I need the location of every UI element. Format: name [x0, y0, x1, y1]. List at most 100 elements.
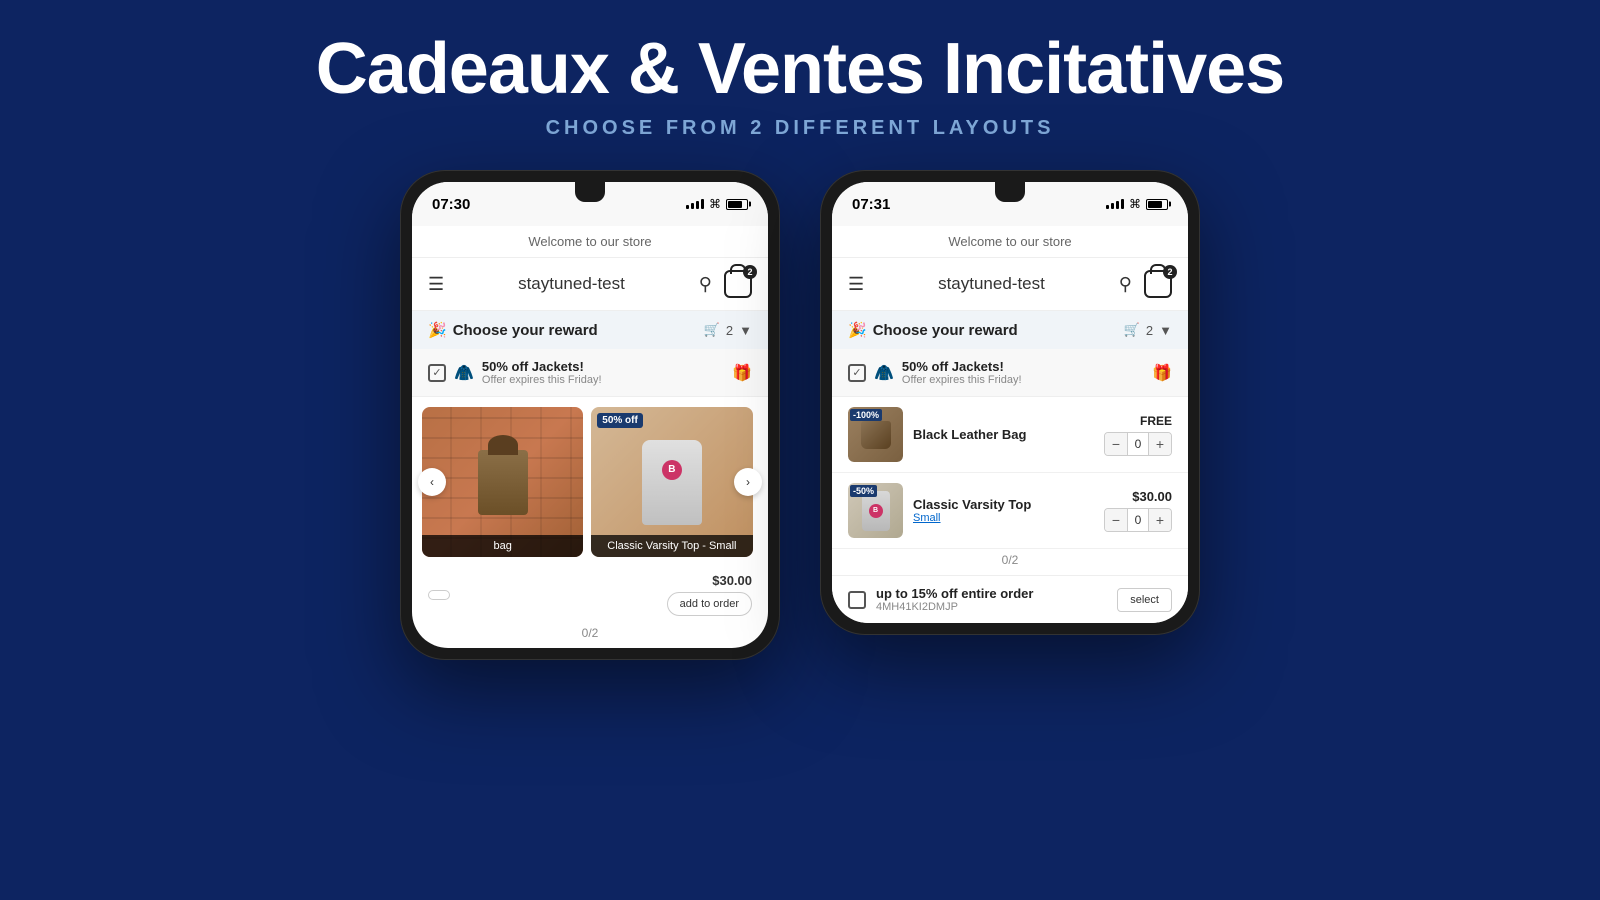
- phone1-time: 07:30: [432, 196, 470, 213]
- phone2-status-bar: 07:31 ⌘: [832, 182, 1188, 226]
- phone1-reward-left: 🎉 Choose your reward: [428, 321, 598, 339]
- phone1-product2: B 50% off Classic Varsity Top - Small: [591, 407, 752, 557]
- phone2-product2-minus[interactable]: −: [1105, 509, 1127, 531]
- phone2-menu-icon[interactable]: ☰: [848, 274, 864, 295]
- phone2-product2-info: Classic Varsity Top Small: [913, 497, 1094, 524]
- phone2-product1-price-area: FREE − 0 +: [1104, 414, 1172, 456]
- phone1-gift-icon: 🎁: [732, 363, 752, 383]
- phone1-nav-bar: ☰ staytuned-test ⚲ 2: [412, 258, 768, 311]
- party-icon: 🎉: [428, 321, 447, 339]
- phone2-notch: [995, 182, 1025, 202]
- phone1-offer-title: 50% off Jackets!: [482, 359, 602, 374]
- phone1-search-icon[interactable]: ⚲: [699, 274, 712, 295]
- phone2-product1-price: FREE: [1104, 414, 1172, 428]
- phone2-product2-img: B -50%: [848, 483, 903, 538]
- phone2-offer-title: 50% off Jackets!: [902, 359, 1022, 374]
- phone2-product1-plus[interactable]: +: [1149, 433, 1171, 455]
- phone2-offer-text: 50% off Jackets! Offer expires this Frid…: [902, 359, 1022, 386]
- phone2-offer-row: ✓ 🧥 50% off Jackets! Offer expires this …: [832, 349, 1188, 397]
- phone2-offer-subtitle: Offer expires this Friday!: [902, 374, 1022, 386]
- phone2-offer-left: ✓ 🧥 50% off Jackets! Offer expires this …: [848, 359, 1022, 386]
- phone2-store-welcome: Welcome to our store: [832, 226, 1188, 258]
- phone2-product2-plus[interactable]: +: [1149, 509, 1171, 531]
- phone1-offer-checkbox[interactable]: ✓: [428, 364, 446, 382]
- wifi-icon: ⌘: [709, 197, 721, 211]
- phone2-store-name: staytuned-test: [938, 274, 1045, 294]
- phone2-product1-row: -100% Black Leather Bag FREE − 0 +: [832, 397, 1188, 473]
- phone2-frame: 07:31 ⌘: [820, 170, 1200, 635]
- phone1-add-to-order-2[interactable]: add to order: [667, 592, 752, 616]
- phone2-offer-checkbox[interactable]: ✓: [848, 364, 866, 382]
- phone2-reward-cart-count: 2: [1146, 323, 1153, 338]
- main-title: Cadeaux & Ventes Incitatives: [316, 30, 1284, 109]
- phone2-product2-variant[interactable]: Small: [913, 512, 1094, 524]
- phone2-product1-minus[interactable]: −: [1105, 433, 1127, 455]
- phone1-reward-label: Choose your reward: [453, 322, 598, 339]
- phone2-product2-stepper[interactable]: − 0 +: [1104, 508, 1172, 532]
- phone2-search-icon[interactable]: ⚲: [1119, 274, 1132, 295]
- phone1-offer-subtitle: Offer expires this Friday!: [482, 374, 602, 386]
- phone1-product1-label: bag: [422, 535, 583, 557]
- phone2-signal-icon: [1106, 199, 1124, 209]
- phone1-reward-cart-icon: 🛒: [704, 322, 720, 338]
- phone2-reward-label: Choose your reward: [873, 322, 1018, 339]
- phone2-cart[interactable]: 2: [1144, 270, 1172, 298]
- phone2-product2-row: B -50% Classic Varsity Top Small $30.00 …: [832, 473, 1188, 549]
- phone2-nav-bar: ☰ staytuned-test ⚲ 2: [832, 258, 1188, 311]
- phone2-reward-cart-icon: 🛒: [1124, 322, 1140, 338]
- phone1-offer-row: ✓ 🧥 50% off Jackets! Offer expires this …: [412, 349, 768, 397]
- phone1-status-bar: 07:30 ⌘: [412, 182, 768, 226]
- phone1-progress: 0/2: [412, 622, 768, 648]
- phone2-product1-badge: -100%: [850, 409, 882, 421]
- phone2-offer2-title: up to 15% off entire order: [876, 586, 1107, 601]
- phone1-add-to-order-1[interactable]: [428, 590, 450, 600]
- phone1-product1: bag: [422, 407, 583, 557]
- phone2-product1-qty: 0: [1127, 433, 1149, 455]
- phone2-product2-badge: -50%: [850, 485, 877, 497]
- phone2-offer2-checkbox[interactable]: [848, 591, 866, 609]
- phone1-notch: [575, 182, 605, 202]
- phone1-reward-cart-count: 2: [726, 323, 733, 338]
- phone2-reward-right: 🛒 2 ▼: [1124, 322, 1172, 338]
- phone2-wrapper: 07:31 ⌘: [820, 170, 1200, 635]
- phone1-product2-badge: 50% off: [597, 413, 643, 428]
- battery-icon: [726, 199, 748, 210]
- phone1-offer-text: 50% off Jackets! Offer expires this Frid…: [482, 359, 602, 386]
- phone1-carousel-footer: $30.00 add to order: [412, 567, 768, 622]
- phone2-product1-stepper[interactable]: − 0 +: [1104, 432, 1172, 456]
- phone2-product2-qty: 0: [1127, 509, 1149, 531]
- phone2-second-offer: up to 15% off entire order 4MH41KI2DMJP …: [832, 575, 1188, 623]
- phone2-offer2-text: up to 15% off entire order 4MH41KI2DMJP: [876, 586, 1107, 613]
- signal-bars-icon: [686, 199, 704, 209]
- phone1-screen: 07:30 ⌘: [412, 182, 768, 648]
- phone1-reward-right: 🛒 2 ▼: [704, 322, 752, 338]
- phone2-party-icon: 🎉: [848, 321, 867, 339]
- phone2-battery-icon: [1146, 199, 1168, 210]
- phone1-offer-left: ✓ 🧥 50% off Jackets! Offer expires this …: [428, 359, 602, 386]
- phone1-next-arrow[interactable]: ›: [734, 468, 762, 496]
- phone2-status-icons: ⌘: [1106, 197, 1168, 211]
- phone1-carousel-items: bag B 50% off Classic Varsity Top - Smal…: [412, 407, 768, 557]
- phone2-wifi-icon: ⌘: [1129, 197, 1141, 211]
- phones-container: 07:30 ⌘: [400, 170, 1200, 660]
- phone1-reward-bar[interactable]: 🎉 Choose your reward 🛒 2 ▼: [412, 311, 768, 349]
- phone2-offer2-code: 4MH41KI2DMJP: [876, 601, 1107, 613]
- phone2-screen: 07:31 ⌘: [832, 182, 1188, 623]
- phone1-store-welcome: Welcome to our store: [412, 226, 768, 258]
- phone2-chevron-down-icon: ▼: [1159, 323, 1172, 338]
- phone2-product2-price: $30.00: [1104, 489, 1172, 504]
- phone2-cart-badge: 2: [1163, 265, 1177, 279]
- phone1-menu-icon[interactable]: ☰: [428, 274, 444, 295]
- phone2-nav-icons: ⚲ 2: [1119, 270, 1172, 298]
- phone2-product1-name: Black Leather Bag: [913, 427, 1094, 442]
- subtitle: CHOOSE FROM 2 DIFFERENT LAYOUTS: [316, 117, 1284, 140]
- phone1-frame: 07:30 ⌘: [400, 170, 780, 660]
- phone2-reward-bar[interactable]: 🎉 Choose your reward 🛒 2 ▼: [832, 311, 1188, 349]
- phone2-gift-icon: 🎁: [1152, 363, 1172, 383]
- phone2-select-button[interactable]: select: [1117, 588, 1172, 612]
- phone2-product2-name: Classic Varsity Top: [913, 497, 1094, 512]
- phone1-prev-arrow[interactable]: ‹: [418, 468, 446, 496]
- phone1-store-name: staytuned-test: [518, 274, 625, 294]
- phone1-cart-badge: 2: [743, 265, 757, 279]
- phone1-cart[interactable]: 2: [724, 270, 752, 298]
